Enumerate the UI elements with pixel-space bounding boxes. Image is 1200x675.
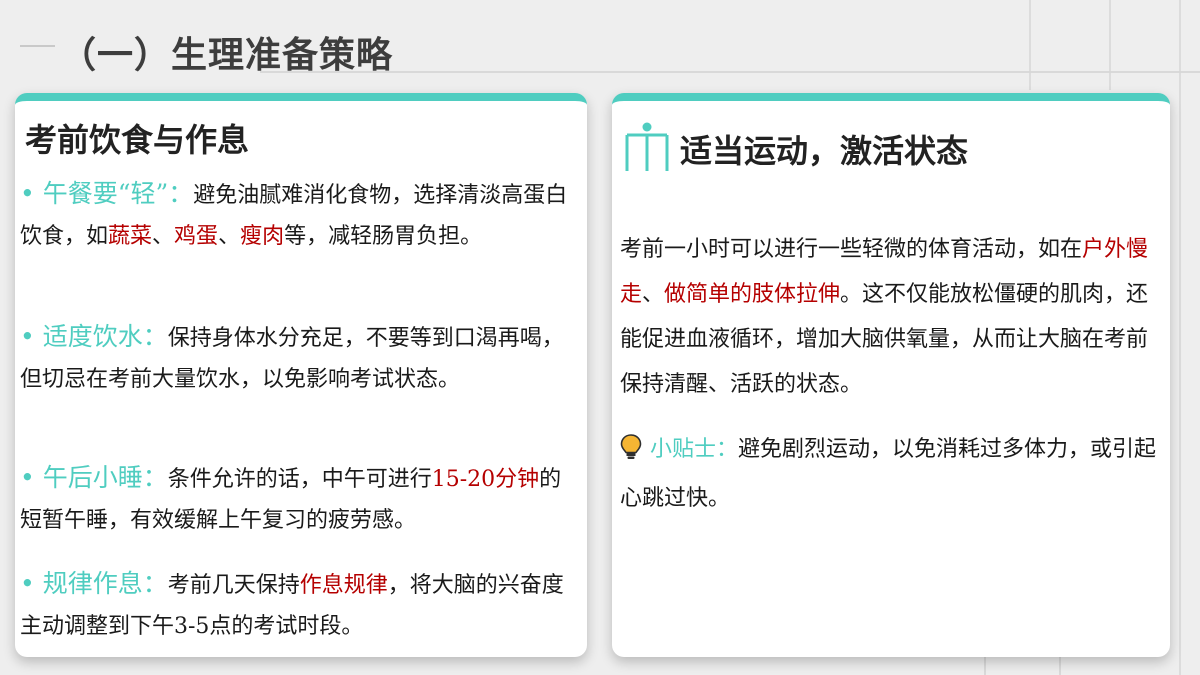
highlight-eggs: 鸡蛋: [174, 224, 219, 249]
person-exercise-icon: [624, 121, 670, 177]
item-lunch-text: 、: [218, 224, 241, 249]
highlight-nap-duration: 15-20分钟: [431, 467, 540, 492]
highlight-stretching: 做简单的肢体拉伸: [664, 282, 841, 307]
exercise-card: 适当运动，激活状态 考前一小时可以进行一些轻微的体育活动，如在户外慢走、做简单的…: [612, 93, 1170, 657]
exercise-heading-row: 适当运动，激活状态: [624, 121, 968, 177]
tip-paragraph: 小贴士：避免剧烈运动，以免消耗过多体力，或引起心跳过快。: [620, 427, 1165, 521]
item-schedule: • 规律作息：考前几天保持作息规律，将大脑的兴奋度主动调整到下午3-5点的考试时…: [20, 563, 570, 647]
item-schedule-label: • 规律作息：: [20, 569, 168, 598]
item-lunch-label: • 午餐要“轻”：: [20, 179, 194, 208]
item-nap-label: • 午后小睡：: [20, 463, 168, 492]
exercise-paragraph: 考前一小时可以进行一些轻微的体育活动，如在户外慢走、做简单的肢体拉伸。这不仅能放…: [620, 227, 1165, 407]
highlight-lean-meat: 瘦肉: [240, 224, 285, 249]
item-water-label: • 适度饮水：: [20, 322, 168, 351]
diet-rest-card: 考前饮食与作息 • 午餐要“轻”：避免油腻难消化食物，选择清淡高蛋白饮食，如蔬菜…: [15, 93, 587, 657]
item-nap-text: 条件允许的话，中午可进行: [167, 467, 432, 492]
exercise-text: 考前一小时可以进行一些轻微的体育活动，如在: [620, 237, 1083, 262]
highlight-regular-schedule: 作息规律: [299, 573, 388, 598]
exercise-text: 、: [642, 282, 665, 307]
tip-label: 小贴士：: [650, 437, 739, 462]
item-lunch-text: 、: [152, 224, 175, 249]
exercise-heading: 适当运动，激活状态: [680, 132, 969, 170]
lightbulb-icon: [620, 431, 642, 476]
item-nap: • 午后小睡：条件允许的话，中午可进行15-20分钟的短暂午睡，有效缓解上午复习…: [20, 457, 570, 541]
highlight-vegetables: 蔬菜: [108, 224, 153, 249]
item-schedule-text: 考前几天保持: [167, 573, 300, 598]
slide-title: （一）生理准备策略: [60, 35, 394, 76]
item-lunch-text: 等，减轻肠胃负担。: [284, 224, 483, 249]
item-lunch: • 午餐要“轻”：避免油腻难消化食物，选择清淡高蛋白饮食，如蔬菜、鸡蛋、瘦肉等，…: [20, 173, 570, 257]
item-water: • 适度饮水：保持身体水分充足，不要等到口渴再喝，但切忌在考前大量饮水，以免影响…: [20, 316, 570, 400]
diet-rest-heading: 考前饮食与作息: [25, 121, 250, 159]
